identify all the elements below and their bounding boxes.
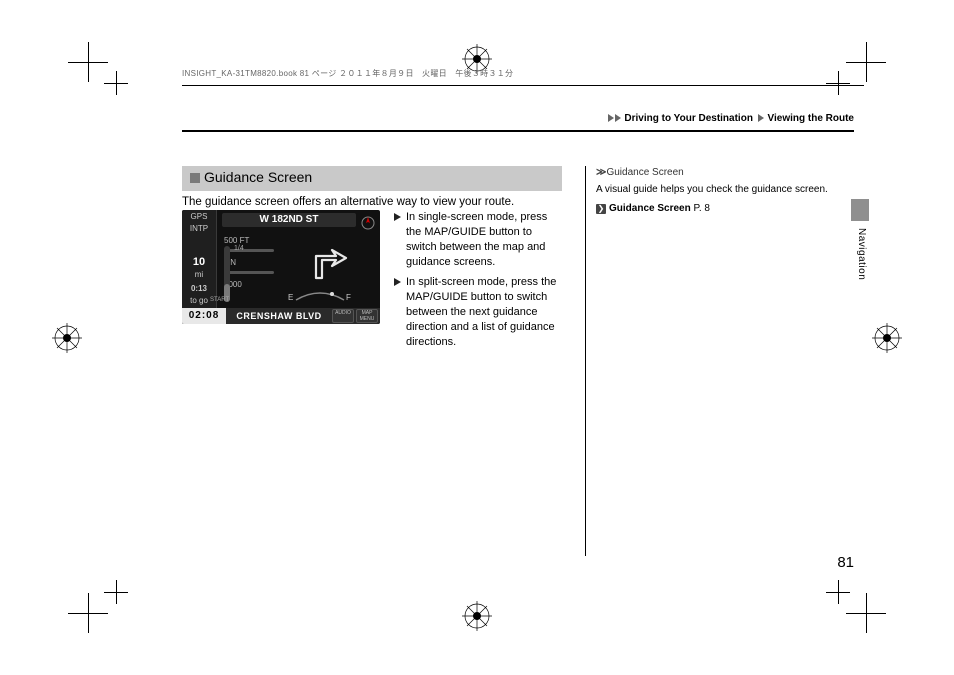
guidance-screen-preview: GPS INTP 10 mi 0:13 to go W 182ND ST 500… <box>182 210 380 324</box>
chevron-right-icon <box>758 114 764 122</box>
breadcrumb-item: Viewing the Route <box>768 113 855 124</box>
current-street: W 182ND ST <box>222 213 356 227</box>
list-item-text: In split-screen mode, press the MAP/GUID… <box>406 276 556 347</box>
instruction-list: In single-screen mode, press the MAP/GUI… <box>394 210 562 356</box>
compass-icon <box>360 215 376 233</box>
crop-mark-icon <box>68 593 108 633</box>
bottom-bar: 02:08 CRENSHAW BLVD AUDIO MAP MENU <box>182 308 380 324</box>
note-title-text: Guidance Screen <box>606 167 683 178</box>
map-menu-button[interactable]: MAP MENU <box>356 309 378 323</box>
audio-button[interactable]: AUDIO <box>332 309 354 323</box>
breadcrumb: Driving to Your Destination Viewing the … <box>608 113 854 124</box>
registration-mark-icon <box>52 323 82 353</box>
double-chevron-icon: ≫ <box>596 166 603 180</box>
note-title: ≫Guidance Screen <box>596 166 840 180</box>
square-bullet-icon <box>190 173 200 183</box>
scale-top: 500 FT <box>224 236 249 245</box>
page-root: INSIGHT_KA-31TM8820.book 81 ページ ２０１１年８月９… <box>0 0 954 675</box>
list-item: In split-screen mode, press the MAP/GUID… <box>394 275 562 349</box>
crop-mark-icon <box>104 71 128 95</box>
note-link-text: Guidance Screen <box>609 203 691 214</box>
link-icon: ❯ <box>596 204 606 214</box>
triangle-bullet-icon <box>394 213 401 221</box>
divider <box>182 130 854 132</box>
breadcrumb-item: Driving to Your Destination <box>624 113 753 124</box>
thumb-tab <box>851 199 869 221</box>
chevron-right-icon <box>608 114 614 122</box>
trip-eta: 0:13 <box>182 285 216 294</box>
gps-label: GPS <box>182 213 216 222</box>
registration-mark-icon <box>872 323 902 353</box>
crop-mark-icon <box>68 42 108 82</box>
section-heading-text: Guidance Screen <box>204 169 312 185</box>
running-header: INSIGHT_KA-31TM8820.book 81 ページ ２０１１年８月９… <box>182 68 513 79</box>
trip-distance-unit: mi <box>182 271 216 280</box>
intro-text: The guidance screen offers an alternativ… <box>182 196 514 208</box>
turn-right-icon <box>306 238 352 284</box>
intp-label: INTP <box>182 225 216 234</box>
note-crossref: ❯Guidance Screen P. 8 <box>596 202 840 216</box>
note-column: ≫Guidance Screen A visual guide helps yo… <box>585 166 840 556</box>
gauge-f-label: F <box>346 293 351 302</box>
registration-mark-icon <box>462 601 492 631</box>
progress-bar: 1/4 START <box>224 246 230 302</box>
list-item-text: In single-screen mode, press the MAP/GUI… <box>406 211 547 268</box>
scale-panel: 500 FT ON 1000 <box>224 236 274 293</box>
note-body: A visual guide helps you check the guida… <box>596 183 840 197</box>
crop-mark-icon <box>826 580 850 604</box>
crop-mark-icon <box>104 580 128 604</box>
crop-mark-icon <box>826 71 850 95</box>
section-label: Navigation <box>856 228 867 280</box>
divider <box>182 85 864 86</box>
progress-bottom-label: START <box>210 297 229 303</box>
crop-mark-icon <box>846 42 886 82</box>
note-link-page: P. 8 <box>693 203 710 214</box>
chevron-right-icon <box>615 114 621 122</box>
page-number: 81 <box>837 554 854 571</box>
gauge-e-label: E <box>288 293 293 302</box>
road-name: CRENSHAW BLVD <box>226 311 332 321</box>
triangle-bullet-icon <box>394 278 401 286</box>
crop-mark-icon <box>846 593 886 633</box>
list-item: In single-screen mode, press the MAP/GUI… <box>394 210 562 269</box>
clock: 02:08 <box>182 308 226 324</box>
section-heading: Guidance Screen <box>182 166 562 191</box>
trip-info-panel: GPS INTP 10 mi 0:13 to go <box>182 210 217 324</box>
trip-distance-value: 10 <box>182 256 216 268</box>
progress-top-label: 1/4 <box>234 245 244 252</box>
fuel-gauge: E F <box>288 290 352 302</box>
